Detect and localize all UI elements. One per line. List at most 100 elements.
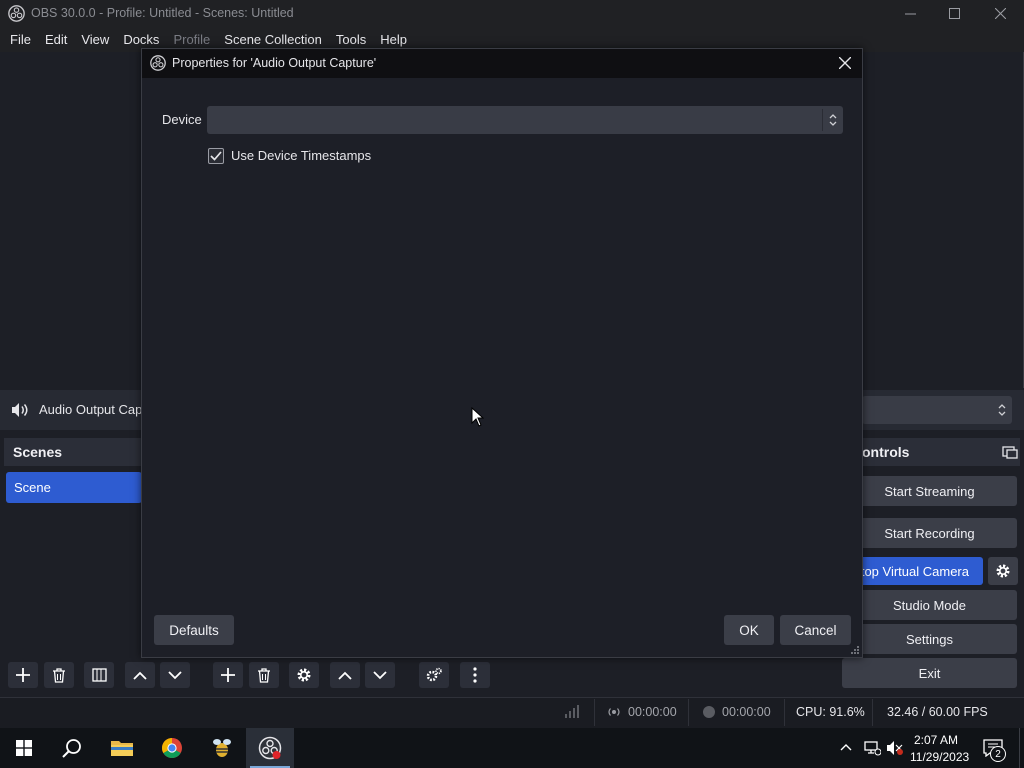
use-device-timestamps-label[interactable]: Use Device Timestamps [231, 148, 371, 163]
stream-timer: 00:00:00 [628, 705, 677, 719]
scene-move-down-button[interactable] [160, 662, 190, 688]
exit-button[interactable]: Exit [842, 658, 1017, 688]
window-title: OBS 30.0.0 - Profile: Untitled - Scenes:… [31, 6, 294, 20]
virtual-camera-button[interactable]: top Virtual Camera [860, 557, 983, 585]
taskbar-search-button[interactable] [48, 728, 96, 768]
scenes-dock-title: Scenes [13, 444, 63, 460]
scene-list-item[interactable]: Scene [6, 472, 142, 503]
taskbar-app[interactable] [198, 728, 246, 768]
windows-logo-icon [16, 740, 32, 756]
menu-view[interactable]: View [74, 32, 116, 47]
taskbar-obs[interactable] [246, 728, 294, 768]
virtual-camera-label: top Virtual Camera [860, 564, 969, 579]
start-button[interactable] [0, 728, 48, 768]
clock-time[interactable]: 2:07 AM [914, 733, 958, 747]
source-move-down-button[interactable] [365, 662, 395, 688]
status-separator [872, 699, 873, 726]
dialog-titlebar: Properties for 'Audio Output Capture' [142, 49, 862, 78]
taskbar-file-explorer[interactable] [98, 728, 146, 768]
streaming-icon [608, 708, 620, 716]
chevron-up-icon [338, 671, 352, 680]
add-source-button[interactable] [213, 662, 243, 688]
settings-button[interactable]: Settings [842, 624, 1017, 654]
plus-icon [16, 668, 30, 682]
combo-divider [822, 109, 823, 131]
menu-help[interactable]: Help [373, 32, 414, 47]
close-window-button[interactable] [977, 0, 1023, 27]
start-streaming-button[interactable]: Start Streaming [842, 476, 1017, 506]
window-titlebar: OBS 30.0.0 - Profile: Untitled - Scenes:… [0, 0, 1024, 27]
plus-icon [221, 668, 235, 682]
bee-app-icon [213, 739, 231, 757]
status-separator [784, 699, 785, 726]
show-desktop-button[interactable] [1019, 728, 1024, 768]
properties-dialog: Properties for 'Audio Output Capture' De… [141, 48, 863, 658]
remove-source-button[interactable] [249, 662, 279, 688]
cpu-usage: CPU: 91.6% [796, 705, 865, 719]
spinner-arrows-icon [829, 114, 837, 126]
virtual-camera-settings-button[interactable] [988, 557, 1018, 585]
scenes-dock-header: Scenes [4, 438, 142, 466]
menu-profile[interactable]: Profile [166, 32, 217, 47]
maximize-icon [948, 8, 960, 19]
dialog-close-button[interactable] [832, 51, 858, 75]
source-move-up-button[interactable] [330, 662, 360, 688]
device-select[interactable] [207, 106, 843, 134]
more-vertical-icon [473, 667, 477, 683]
trash-icon [53, 667, 65, 683]
scene-filters-button[interactable] [84, 662, 114, 688]
device-label: Device [162, 112, 202, 127]
studio-mode-button[interactable]: Studio Mode [842, 590, 1017, 620]
selected-source-label: Audio Output Cap [39, 402, 143, 417]
obs-taskbar-icon [258, 736, 282, 760]
clock-date[interactable]: 11/29/2023 [910, 750, 969, 764]
menu-scene-collection[interactable]: Scene Collection [217, 32, 329, 47]
minimize-button[interactable] [887, 0, 933, 27]
source-device-select[interactable] [862, 396, 1012, 424]
maximize-button[interactable] [931, 0, 977, 27]
audio-mixer-menu-button[interactable] [460, 662, 490, 688]
show-hidden-icons-chevron-icon[interactable] [840, 743, 852, 751]
volume-muted-icon[interactable] [886, 740, 904, 756]
resize-grip-icon[interactable] [850, 645, 860, 655]
cancel-button[interactable]: Cancel [780, 615, 851, 645]
ok-button[interactable]: OK [724, 615, 774, 645]
start-recording-button[interactable]: Start Recording [842, 518, 1017, 548]
defaults-button[interactable]: Defaults [154, 615, 234, 645]
scene-move-up-button[interactable] [125, 662, 155, 688]
add-scene-button[interactable] [8, 662, 38, 688]
gear-icon [297, 668, 311, 682]
controls-dock-title: ontrols [862, 444, 910, 460]
scene-item-label: Scene [14, 480, 51, 495]
use-device-timestamps-checkbox[interactable] [208, 148, 224, 164]
trash-icon [258, 667, 270, 683]
obs-logo-icon [150, 55, 166, 71]
fps-readout: 32.46 / 60.00 FPS [887, 705, 988, 719]
network-icon[interactable] [863, 740, 881, 756]
menu-file[interactable]: File [3, 32, 38, 47]
close-icon [839, 57, 851, 69]
minimize-icon [904, 13, 916, 15]
taskbar-chrome[interactable] [148, 728, 196, 768]
source-properties-button[interactable] [289, 662, 319, 688]
audio-mixer-settings-button[interactable] [419, 662, 449, 688]
mouse-cursor-icon [471, 407, 484, 427]
chevron-down-icon [168, 670, 182, 679]
controls-dock-header: ontrols [862, 438, 1020, 466]
chevron-up-icon [133, 671, 147, 680]
notification-count-badge: 2 [990, 746, 1006, 762]
gear-icon [996, 564, 1010, 578]
menu-tools[interactable]: Tools [329, 32, 373, 47]
menu-docks[interactable]: Docks [116, 32, 166, 47]
filter-icon [91, 668, 107, 682]
folder-icon [111, 741, 133, 756]
status-separator [688, 699, 689, 726]
status-separator [594, 699, 595, 726]
close-icon [994, 8, 1006, 19]
remove-scene-button[interactable] [44, 662, 74, 688]
undock-icon[interactable] [1002, 444, 1018, 460]
checkmark-icon [210, 151, 222, 161]
chevron-down-icon [373, 670, 387, 679]
status-bar [0, 697, 1024, 728]
menu-edit[interactable]: Edit [38, 32, 74, 47]
